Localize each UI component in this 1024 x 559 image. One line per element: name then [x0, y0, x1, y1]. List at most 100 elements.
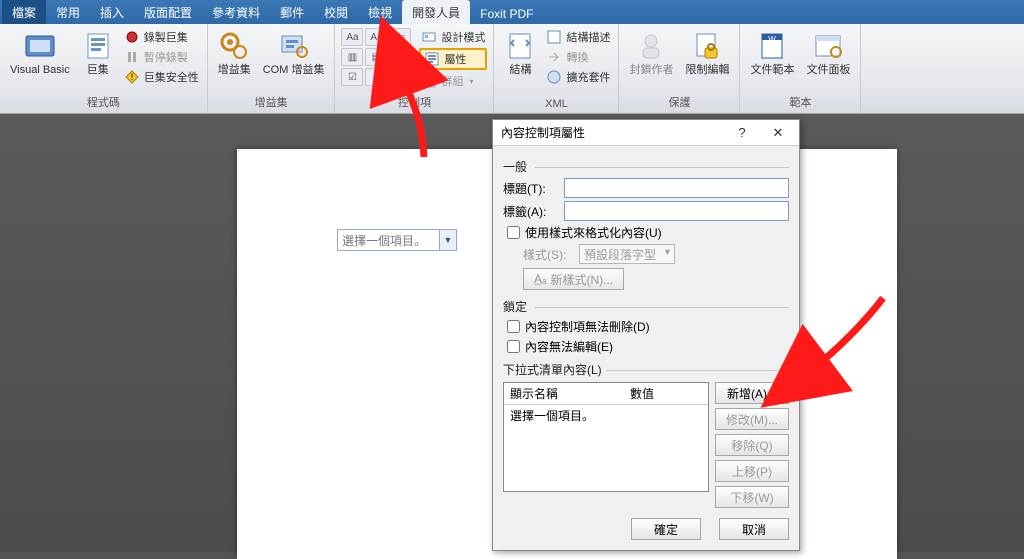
ctrl-legacy-icon[interactable]: ≡	[365, 68, 387, 86]
chevron-down-icon[interactable]: ▼	[439, 229, 457, 251]
tab-file[interactable]: 檔案	[2, 0, 46, 24]
tab-layout[interactable]: 版面配置	[134, 0, 202, 24]
restrict-edit-button[interactable]: 限制編輯	[681, 28, 733, 78]
group-icon	[421, 73, 437, 89]
dialog-title: 內容控制項屬性	[501, 124, 585, 141]
restrict-edit-icon	[691, 30, 723, 62]
visual-basic-label: Visual Basic	[10, 64, 70, 76]
expansion-button[interactable]: 擴充套件	[544, 68, 612, 86]
svg-text:!: !	[130, 72, 133, 82]
ctrl-date-icon[interactable]: 📅	[389, 48, 411, 66]
schema-button[interactable]: 結構描述	[544, 28, 612, 46]
title-field[interactable]	[564, 178, 789, 198]
tag-field-label: 標籤(A):	[503, 203, 558, 220]
tab-developer[interactable]: 開發人員	[402, 0, 470, 24]
cancel-button[interactable]: 取消	[719, 518, 789, 540]
structure-icon	[504, 30, 536, 62]
tab-strip: 檔案 常用 插入 版面配置 參考資料 郵件 校閱 檢視 開發人員 Foxit P…	[0, 0, 1024, 24]
transform-button[interactable]: 轉換	[544, 48, 612, 66]
dialog-help-button[interactable]: ?	[725, 123, 759, 143]
list-item[interactable]: 選擇一個項目。	[504, 405, 708, 426]
ctrl-picture-icon[interactable]: ▭	[389, 28, 411, 46]
title-field-label: 標題(T):	[503, 180, 558, 197]
list-col-name: 顯示名稱	[504, 383, 624, 405]
dialog-close-button[interactable]: ✕	[761, 123, 795, 143]
tab-view[interactable]: 檢視	[358, 0, 402, 24]
content-control-dropdown[interactable]: 選擇一個項目。 ▼	[337, 229, 457, 251]
lock-section-label: 鎖定	[503, 298, 789, 315]
style-select: 預設段落字型	[579, 244, 675, 264]
doc-template-button[interactable]: W 文件範本	[746, 28, 798, 78]
ctrl-more-icon[interactable]: ▾	[389, 68, 411, 86]
content-control-properties-dialog: 內容控制項屬性 ? ✕ 一般 標題(T): 標籤(A): 使用樣式來格式化內容(…	[492, 119, 800, 551]
use-style-checkbox[interactable]	[507, 226, 520, 239]
macros-icon	[82, 30, 114, 62]
security-icon: !	[124, 69, 140, 85]
style-select-label: 樣式(S):	[523, 246, 573, 263]
dialog-titlebar[interactable]: 內容控制項屬性 ? ✕	[493, 120, 799, 146]
list-col-value: 數值	[624, 383, 708, 405]
add-item-button[interactable]: 新增(A)...	[715, 382, 789, 404]
macros-label: 巨集	[87, 64, 109, 76]
ctrl-dropdown-icon[interactable]: ▤	[365, 48, 387, 66]
vb-icon	[24, 30, 56, 62]
ribbon-group-code: Visual Basic 巨集 錄製巨集 暫停錄製 !巨集安全性 程式碼	[0, 24, 208, 113]
properties-icon	[424, 51, 440, 67]
schema-icon	[546, 29, 562, 45]
addins-icon	[218, 30, 250, 62]
controls-gallery[interactable]: Aa Aa ▭ ▥ ▤ 📅 ☑ ≡ ▾	[341, 28, 411, 86]
design-mode-button[interactable]: 設計模式	[419, 28, 487, 46]
cant-edit-checkbox[interactable]	[507, 340, 520, 353]
record-icon	[124, 29, 140, 45]
block-author-icon	[635, 30, 667, 62]
addins-button[interactable]: 增益集	[214, 28, 255, 78]
remove-item-button: 移除(Q)	[715, 434, 789, 456]
pause-record-button[interactable]: 暫停錄製	[122, 48, 201, 66]
ctrl-richtext-icon[interactable]: Aa	[341, 28, 363, 46]
group-button[interactable]: 群組▾	[419, 72, 487, 90]
content-control-placeholder: 選擇一個項目。	[342, 232, 426, 249]
tab-review[interactable]: 校閱	[314, 0, 358, 24]
ctrl-checkbox-icon[interactable]: ☑	[341, 68, 363, 86]
macro-security-button[interactable]: !巨集安全性	[122, 68, 201, 86]
svg-text:W: W	[769, 35, 777, 44]
doc-panel-icon	[812, 30, 844, 62]
design-mode-icon	[421, 29, 437, 45]
dropdown-list-section-label: 下拉式清單內容(L)	[503, 361, 789, 378]
ribbon-group-controls: Aa Aa ▭ ▥ ▤ 📅 ☑ ≡ ▾ 設計模式 屬性 群組▾	[335, 24, 494, 113]
doc-panel-button[interactable]: 文件面板	[802, 28, 854, 78]
ribbon: Visual Basic 巨集 錄製巨集 暫停錄製 !巨集安全性 程式碼 增益集	[0, 24, 1024, 114]
properties-button[interactable]: 屬性	[419, 48, 487, 70]
com-addins-button[interactable]: COM 增益集	[259, 28, 329, 78]
move-down-button: 下移(W)	[715, 486, 789, 508]
tab-insert[interactable]: 插入	[90, 0, 134, 24]
cant-delete-checkbox[interactable]	[507, 320, 520, 333]
tag-field[interactable]	[564, 201, 789, 221]
record-macro-button[interactable]: 錄製巨集	[122, 28, 201, 46]
expansion-icon	[546, 69, 562, 85]
new-style-button: A̲ₐ 新樣式(N)...	[523, 268, 624, 290]
macros-button[interactable]: 巨集	[78, 28, 118, 78]
ctrl-combo-icon[interactable]: ▥	[341, 48, 363, 66]
ok-button[interactable]: 確定	[631, 518, 701, 540]
structure-button[interactable]: 結構	[500, 28, 540, 78]
com-addins-icon	[278, 30, 310, 62]
tab-foxit[interactable]: Foxit PDF	[470, 3, 543, 24]
ribbon-group-templates: W 文件範本 文件面板 範本	[740, 24, 861, 113]
modify-item-button: 修改(M)...	[715, 408, 789, 430]
visual-basic-button[interactable]: Visual Basic	[6, 28, 74, 78]
tab-home[interactable]: 常用	[46, 0, 90, 24]
dropdown-items-listbox[interactable]: 顯示名稱 數值 選擇一個項目。	[503, 382, 709, 492]
tab-mailings[interactable]: 郵件	[270, 0, 314, 24]
pause-icon	[124, 49, 140, 65]
use-style-label: 使用樣式來格式化內容(U)	[525, 224, 662, 241]
ctrl-plaintext-icon[interactable]: Aa	[365, 28, 387, 46]
ribbon-group-addins: 增益集 COM 增益集 增益集	[208, 24, 336, 113]
tab-references[interactable]: 參考資料	[202, 0, 270, 24]
general-section-label: 一般	[503, 158, 789, 175]
code-group-caption: 程式碼	[0, 92, 207, 113]
block-author-button[interactable]: 封鎖作者	[625, 28, 677, 78]
ribbon-group-protect: 封鎖作者 限制編輯 保護	[619, 24, 740, 113]
ribbon-group-xml: 結構 結構描述 轉換 擴充套件 XML	[494, 24, 619, 113]
move-up-button: 上移(P)	[715, 460, 789, 482]
